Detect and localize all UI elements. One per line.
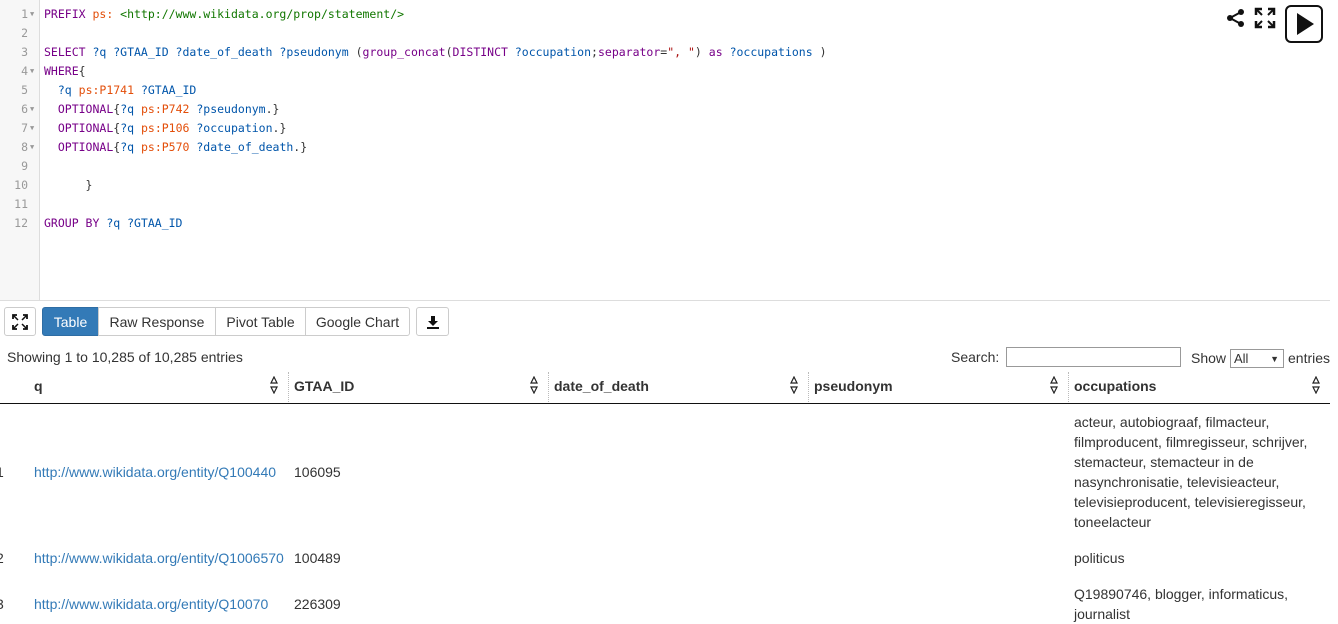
entity-link[interactable]: http://www.wikidata.org/entity/Q1006570: [34, 548, 284, 568]
fold-arrow-icon[interactable]: ▼: [30, 119, 34, 138]
code-text: WHERE{: [44, 64, 86, 78]
column-divider: [808, 372, 809, 402]
line-number: 12: [14, 216, 28, 230]
line-number: 1: [21, 7, 28, 21]
search-input[interactable]: [1006, 347, 1181, 367]
tab-raw-response[interactable]: Raw Response: [98, 307, 216, 336]
tab-table[interactable]: Table: [42, 307, 99, 336]
show-label: Show: [1191, 350, 1227, 366]
code-text: OPTIONAL{?q ps:P106 ?occupation.}: [57, 121, 287, 135]
code-text: OPTIONAL{?q ps:P742 ?pseudonym.}: [57, 102, 280, 116]
share-icon[interactable]: [1226, 8, 1246, 28]
code-text: }: [44, 178, 93, 192]
fullscreen-icon[interactable]: [1254, 7, 1276, 29]
line-number: 2: [21, 26, 28, 40]
fold-arrow-icon[interactable]: ▼: [30, 138, 34, 157]
column-header-q[interactable]: q: [28, 370, 288, 404]
query-editor[interactable]: 1 ▼ PREFIX ps: <http://www.wikidata.org/pr…: [0, 0, 1330, 301]
code-text: PREFIX ps: <http://www.wikidata.org/prop…: [44, 7, 405, 21]
fold-arrow-icon[interactable]: ▼: [30, 100, 34, 119]
column-header-label: date_of_death: [554, 378, 649, 394]
gtaa-id-cell: 226309: [294, 596, 341, 612]
column-header-date-of-death[interactable]: date_of_death: [548, 370, 808, 404]
occupations-cell: Q19890746, blogger, informaticus, journa…: [1074, 586, 1289, 622]
tab-google-chart[interactable]: Google Chart: [305, 307, 410, 336]
sort-icon[interactable]: [270, 376, 278, 394]
occupations-cell: acteur, autobiograaf, filmacteur, filmpr…: [1074, 414, 1308, 530]
row-index: 3: [0, 594, 4, 614]
entries-label: entries: [1288, 350, 1331, 366]
fold-arrow-icon[interactable]: ▼: [30, 62, 34, 81]
line-number: 9: [21, 159, 28, 173]
line-number: 8: [21, 140, 28, 154]
header-divider: [0, 403, 1330, 404]
gtaa-id-cell: 100489: [294, 550, 341, 566]
column-divider: [288, 372, 289, 402]
line-number: 10: [14, 178, 28, 192]
line-number: 5: [21, 83, 28, 97]
entity-link[interactable]: http://www.wikidata.org/entity/Q100440: [34, 462, 276, 482]
gtaa-id-cell: 106095: [294, 464, 341, 480]
expand-results-icon: [12, 313, 28, 330]
results-info: Showing 1 to 10,285 of 10,285 entries: [7, 349, 243, 365]
column-header-label: GTAA_ID: [294, 378, 355, 394]
expand-results-button[interactable]: [4, 307, 36, 336]
download-icon: [426, 315, 439, 329]
occupations-cell: politicus: [1074, 550, 1125, 566]
sort-icon[interactable]: [530, 376, 538, 394]
row-index: 2: [0, 548, 4, 568]
sort-icon[interactable]: [1050, 376, 1058, 394]
line-number: 6: [21, 102, 28, 116]
page-length-select[interactable]: All ▼: [1230, 349, 1284, 368]
sort-icon[interactable]: [1312, 376, 1320, 394]
column-divider: [548, 372, 549, 402]
line-number: 3: [21, 45, 28, 59]
code-text: OPTIONAL{?q ps:P570 ?date_of_death.}: [57, 140, 308, 154]
column-header-gtaa-id[interactable]: GTAA_ID: [288, 370, 548, 404]
line-number: 7: [21, 121, 28, 135]
entity-link[interactable]: http://www.wikidata.org/entity/Q10070: [34, 594, 268, 614]
sort-icon[interactable]: [790, 376, 798, 394]
run-query-icon[interactable]: [1285, 5, 1323, 43]
column-header-label: q: [34, 378, 43, 394]
code-text: SELECT ?q ?GTAA_ID ?date_of_death ?pseud…: [44, 45, 827, 59]
chevron-down-icon: ▼: [1270, 354, 1279, 364]
column-header-occupations[interactable]: occupations: [1068, 370, 1330, 404]
line-number: 4: [21, 64, 28, 78]
column-header-label: pseudonym: [814, 378, 893, 394]
row-index: 1: [0, 462, 4, 482]
search-label: Search:: [951, 349, 1000, 365]
column-divider: [1068, 372, 1069, 402]
page-length-value: All: [1234, 351, 1249, 366]
line-number: 11: [14, 197, 28, 211]
column-header-pseudonym[interactable]: pseudonym: [808, 370, 1068, 404]
code-text: ?q ps:P1741 ?GTAA_ID: [57, 83, 197, 97]
code-text: GROUP BY ?q ?GTAA_ID: [44, 216, 183, 230]
fold-arrow-icon[interactable]: ▼: [30, 5, 34, 24]
tab-pivot-table[interactable]: Pivot Table: [215, 307, 306, 336]
download-button[interactable]: [416, 307, 449, 336]
column-header-label: occupations: [1074, 378, 1157, 394]
